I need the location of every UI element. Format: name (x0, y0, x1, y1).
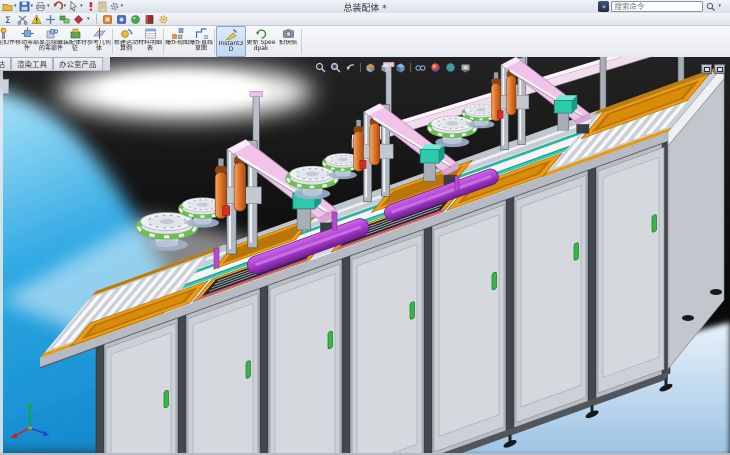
commandmanager-tabs: 评估 渲染工具 办公室产品 (0, 57, 110, 71)
move-component-icon (21, 27, 34, 40)
reference-geometry-button[interactable]: 参考几何体 (87, 26, 111, 57)
section-view-icon[interactable] (365, 62, 376, 73)
assembly-features-icon (69, 27, 82, 40)
document-window-buttons (701, 64, 725, 74)
select-dropdown[interactable]: ▾ (80, 4, 83, 9)
search-scope-icon[interactable]: » (598, 1, 609, 12)
instant3d-button[interactable]: Instant3D (216, 26, 246, 57)
new-motion-study-icon (120, 27, 133, 40)
red-gem-dropdown[interactable]: ▾ (87, 17, 90, 22)
align-cross-icon[interactable] (45, 14, 56, 25)
exploded-view-icon (171, 27, 184, 40)
assembly-features-button[interactable]: 装配体特征 (63, 26, 87, 57)
hide-show-items-icon[interactable] (415, 62, 426, 73)
view-settings-icon[interactable] (460, 62, 471, 73)
dark-red-book-icon[interactable] (144, 14, 155, 25)
take-snapshot-icon (282, 27, 295, 40)
update-speedpak-button[interactable]: 更新 Speedpak (246, 26, 276, 57)
ribbon-separator (214, 29, 215, 54)
smart-fasteners-button[interactable]: 智能扣件 (0, 26, 15, 57)
sigma-equations-icon[interactable]: Σ (3, 14, 14, 25)
reference-geometry-icon (93, 27, 106, 40)
feature-manager-collapsed-strip[interactable] (0, 57, 3, 455)
publish-share-icon[interactable] (59, 14, 70, 25)
undo-dropdown[interactable]: ▾ (64, 4, 67, 9)
3d-scene (0, 57, 730, 455)
tab-render-tools[interactable]: 渲染工具 (11, 57, 53, 70)
tab-office-products[interactable]: 办公室产品 (53, 57, 103, 70)
hud-separator (410, 63, 411, 72)
save-dropdown[interactable]: ▾ (31, 4, 34, 9)
red-gem-icon[interactable] (73, 14, 84, 25)
print-dropdown[interactable]: ▾ (47, 4, 50, 9)
bill-of-materials-icon (144, 27, 157, 40)
graphics-viewport[interactable] (0, 57, 730, 455)
addin-toolbar: Σ ▾ (0, 13, 730, 26)
zoom-to-fit-icon[interactable] (315, 62, 326, 73)
show-hidden-components-button[interactable]: 显示隐藏的零部件 (39, 26, 63, 57)
save-icon[interactable] (19, 1, 30, 12)
update-speedpak-icon (255, 27, 268, 40)
explode-line-sketch-icon (195, 27, 208, 40)
file-properties-icon[interactable] (97, 1, 108, 12)
ribbon-separator (112, 29, 113, 54)
move-component-button[interactable]: 移动零部件 (15, 26, 39, 57)
ribbon-clip: 智能扣件 (0, 26, 15, 57)
explode-line-sketch-button[interactable]: 爆炸直线草图 (189, 26, 213, 57)
undo-icon[interactable] (52, 1, 63, 12)
spotlight-core (98, 73, 262, 107)
blue-tile-icon[interactable] (116, 14, 127, 25)
take-snapshot-button[interactable]: 拍快照 (276, 26, 300, 57)
search-magnifier-icon[interactable] (705, 1, 716, 12)
search-dropdown[interactable]: ▾ (718, 4, 721, 9)
interference-warning-icon[interactable] (31, 14, 42, 25)
select-cursor-icon[interactable] (68, 1, 79, 12)
bill-of-materials-button[interactable]: 材料明细表 (138, 26, 162, 57)
options-icon[interactable] (109, 1, 120, 12)
print-icon[interactable] (35, 1, 46, 12)
display-style-icon[interactable] (395, 62, 406, 73)
toolbar-separator (96, 14, 97, 24)
open-folder-icon[interactable] (2, 1, 13, 12)
feature-manager-flyout-tab[interactable] (3, 79, 9, 94)
quick-access-toolbar: ▾ ▾ ▾ ▾ ▾ ▾ (2, 0, 124, 13)
measure-scissors-icon[interactable] (17, 14, 28, 25)
instant3d-icon (225, 28, 238, 41)
ribbon-separator (301, 29, 302, 54)
minimize-document-button[interactable] (701, 64, 712, 74)
solidworks-window: ▾ ▾ ▾ ▾ ▾ ▾ 总装配体 * » (0, 0, 730, 455)
previous-view-icon[interactable] (345, 62, 356, 73)
svg-text:Σ: Σ (5, 16, 11, 25)
apply-scene-globe-icon[interactable] (445, 62, 456, 73)
ribbon-separator (163, 29, 164, 54)
exploded-view-button[interactable]: 爆炸视图 (165, 26, 189, 57)
view-orientation-cube-icon[interactable] (380, 62, 391, 73)
restore-document-button[interactable] (714, 64, 725, 74)
heads-up-view-toolbar (315, 62, 471, 73)
smart-fasteners-icon (0, 27, 10, 40)
edit-appearance-ball-icon[interactable] (430, 62, 441, 73)
show-hidden-components-icon (45, 27, 58, 40)
open-dropdown[interactable]: ▾ (14, 4, 17, 9)
green-ball-icon[interactable] (130, 14, 141, 25)
search-input[interactable] (611, 1, 703, 12)
new-motion-study-button[interactable]: 新建运动算例 (114, 26, 138, 57)
hud-separator (360, 63, 361, 72)
gold-gear-icon[interactable] (158, 14, 169, 25)
title-bar: ▾ ▾ ▾ ▾ ▾ ▾ 总装配体 * » (0, 0, 730, 14)
zoom-to-area-icon[interactable] (330, 62, 341, 73)
command-search: » ▾ (598, 1, 722, 12)
rebuild-icon[interactable] (85, 1, 96, 12)
command-manager: 智能扣件 移动零部件 显示隐藏的零部件 装配体特征 参考几何体 (0, 26, 730, 58)
options-dropdown[interactable]: ▾ (121, 4, 124, 9)
orange-tile-icon[interactable] (102, 14, 113, 25)
tab-evaluate[interactable]: 评估 (0, 57, 11, 70)
